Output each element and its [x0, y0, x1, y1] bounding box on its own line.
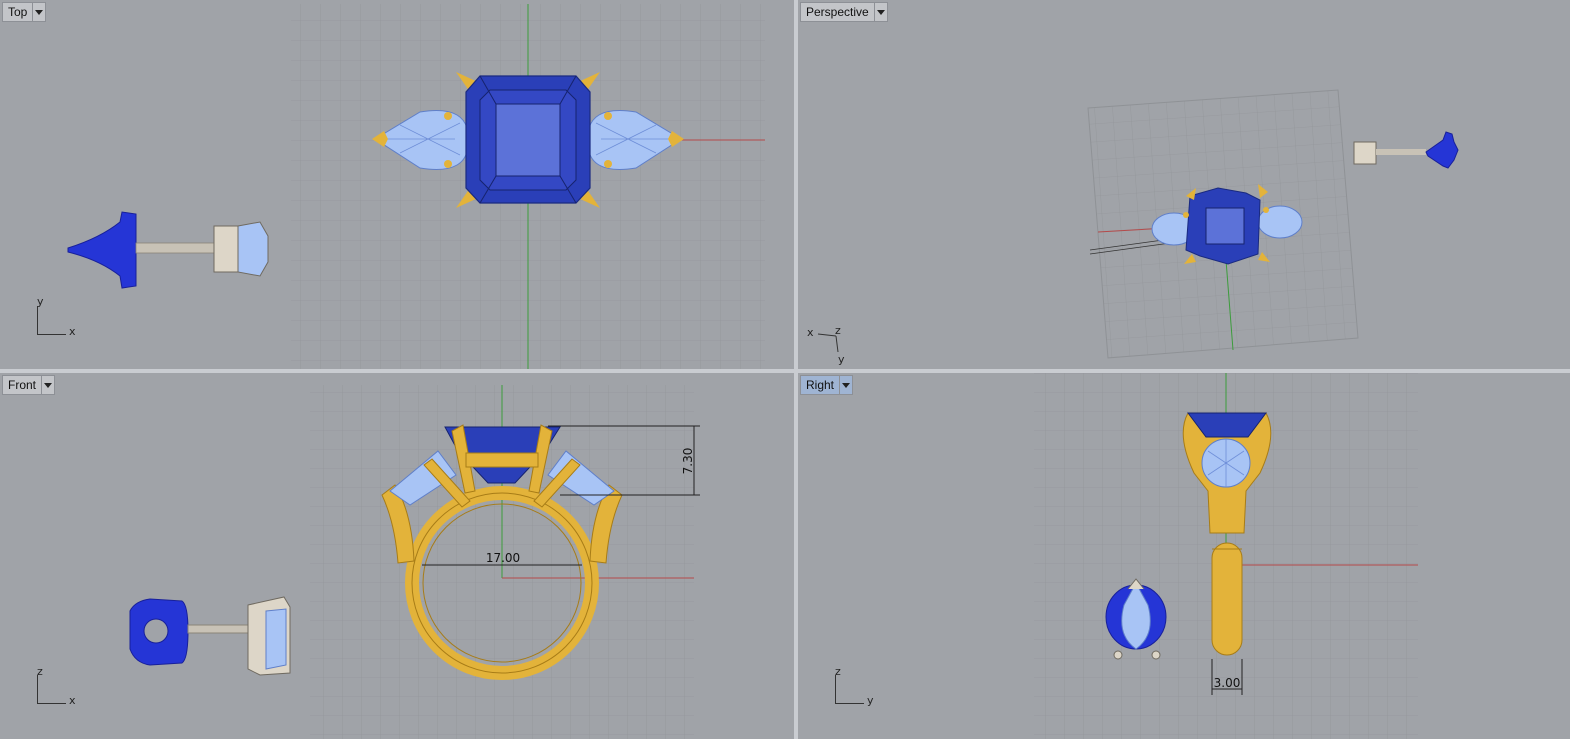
- axis-label-vertical: y: [37, 295, 44, 308]
- viewport-label: Top: [8, 5, 28, 19]
- chevron-down-icon[interactable]: [873, 3, 887, 21]
- earring-perspective: [1353, 131, 1459, 169]
- axis-triad-icon: [37, 675, 66, 704]
- viewport-label: Perspective: [806, 5, 869, 19]
- viewport-front[interactable]: 7.30 17.00 Front z x: [0, 373, 794, 739]
- viewport-perspective[interactable]: Perspective x z y: [798, 0, 1570, 369]
- perspective-view-canvas: [817, 89, 1459, 359]
- axis-triad-icon: [37, 306, 66, 335]
- axis-label-vertical: y: [838, 353, 845, 366]
- axis-triad-icon: [835, 675, 864, 704]
- axis-label-depth: z: [835, 324, 841, 337]
- viewport-top[interactable]: Top y x: [0, 0, 794, 369]
- viewport-label: Right: [806, 378, 835, 392]
- viewport-tab-right[interactable]: Right: [800, 375, 854, 395]
- axis-label-horizontal: x: [807, 326, 814, 339]
- axis-label-horizontal: y: [867, 694, 874, 707]
- front-view-canvas: 7.30 17.00: [129, 385, 700, 739]
- viewport-tab-front[interactable]: Front: [2, 375, 56, 395]
- dimension-label-width: 17.00: [486, 551, 520, 565]
- axis-label-vertical: z: [37, 665, 43, 678]
- axis-label-vertical: z: [835, 665, 841, 678]
- viewport-right[interactable]: 3.00 Right z y: [798, 373, 1570, 739]
- center-sapphire: [465, 75, 591, 204]
- dimension-label-band-width: 3.00: [1214, 676, 1241, 690]
- top-view-canvas: [67, 4, 765, 369]
- chevron-down-icon[interactable]: [41, 376, 54, 394]
- axis-label-horizontal: x: [69, 325, 76, 338]
- dimension-label-height: 7.30: [681, 448, 695, 475]
- earring-side-top: [67, 211, 269, 289]
- chevron-down-icon[interactable]: [32, 3, 45, 21]
- right-view-canvas: 3.00: [1034, 373, 1418, 739]
- viewport-label: Front: [8, 378, 37, 392]
- viewport-tab-perspective[interactable]: Perspective: [800, 2, 888, 22]
- earring-side-front: [129, 596, 291, 676]
- axis-label-horizontal: x: [69, 694, 76, 707]
- viewport-tab-top[interactable]: Top: [2, 2, 47, 22]
- chevron-down-icon[interactable]: [839, 376, 852, 394]
